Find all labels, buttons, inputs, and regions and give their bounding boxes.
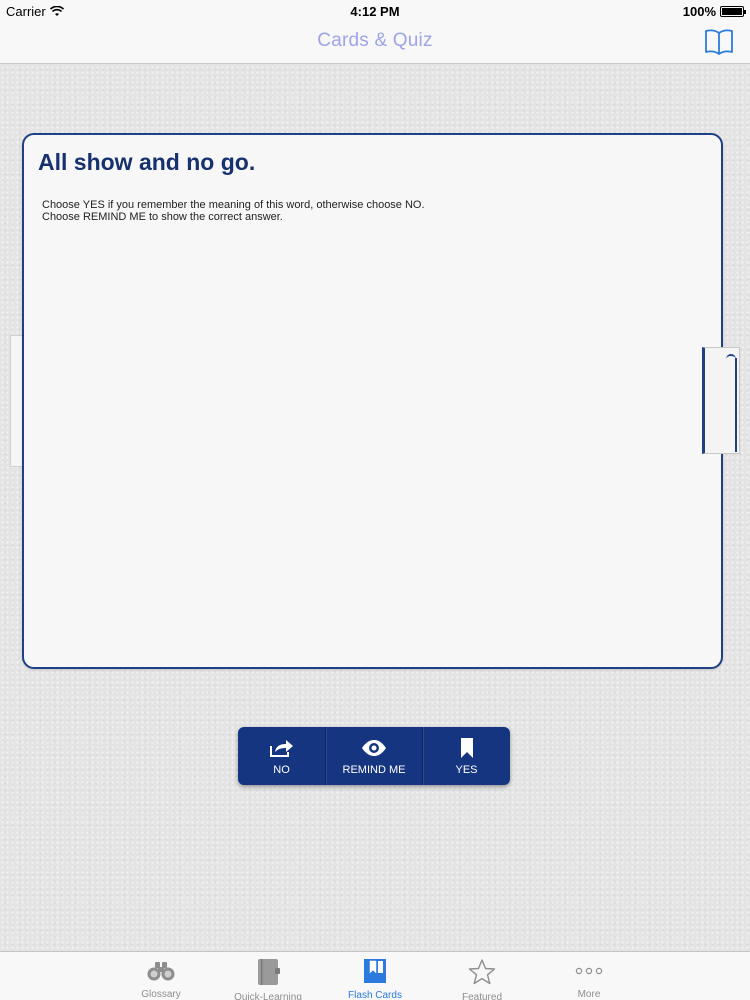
card-instructions: Choose YES if you remember the meaning o… [42, 199, 682, 223]
tab-more-label: More [577, 989, 601, 1000]
tab-quick-learning[interactable]: Quick-Learning [215, 952, 322, 1000]
book-icon [705, 29, 733, 55]
tab-flash-cards-label: Flash Cards [348, 990, 402, 1000]
notebook-icon [255, 958, 281, 986]
share-arrow-icon [269, 736, 295, 760]
answer-action-bar: NO REMIND ME YES [238, 727, 510, 785]
tab-bar: Glossary Quick-Learning Flash Cards Feat… [0, 951, 750, 1000]
battery-percent: 100% [682, 4, 716, 19]
no-label: NO [273, 764, 290, 776]
navigation-bar: Cards & Quiz [0, 22, 750, 64]
yes-button[interactable]: YES [422, 727, 510, 785]
status-time: 4:12 PM [350, 4, 400, 19]
card-phrase: All show and no go. [38, 149, 256, 175]
tab-quick-learning-label: Quick-Learning [234, 992, 302, 1000]
card-edge-strip [735, 358, 737, 452]
more-dots-icon [575, 958, 603, 983]
bookmark-icon [460, 736, 474, 760]
status-right: 100% [682, 4, 746, 19]
flash-card: All show and no go. Choose YES if you re… [22, 133, 723, 669]
battery-icon [720, 6, 746, 17]
tab-glossary-label: Glossary [141, 989, 181, 1000]
previous-card-edge[interactable] [10, 335, 22, 467]
tab-featured-label: Featured [461, 992, 503, 1000]
tab-more[interactable]: More [536, 952, 643, 1000]
next-card-edge[interactable] [702, 347, 740, 454]
book-button[interactable] [704, 28, 734, 56]
page-title: Cards & Quiz [317, 30, 433, 51]
eye-icon [361, 736, 387, 760]
yes-label: YES [455, 764, 478, 776]
tab-featured[interactable]: Featured [429, 952, 536, 1000]
instruction-line-2: Choose REMIND ME to show the correct ans… [42, 211, 283, 223]
no-button[interactable]: NO [238, 727, 325, 785]
status-bar: Carrier 4:12 PM 100% [0, 0, 750, 22]
binoculars-icon [146, 958, 176, 983]
remind-me-label: REMIND ME [342, 764, 406, 776]
flashcards-icon [363, 958, 387, 984]
tab-glossary[interactable]: Glossary [108, 952, 215, 1000]
instruction-line-1: Choose YES if you remember the meaning o… [42, 199, 425, 211]
remind-me-button[interactable]: REMIND ME [325, 727, 422, 785]
star-icon [468, 958, 496, 986]
tab-flash-cards[interactable]: Flash Cards [322, 952, 429, 1000]
